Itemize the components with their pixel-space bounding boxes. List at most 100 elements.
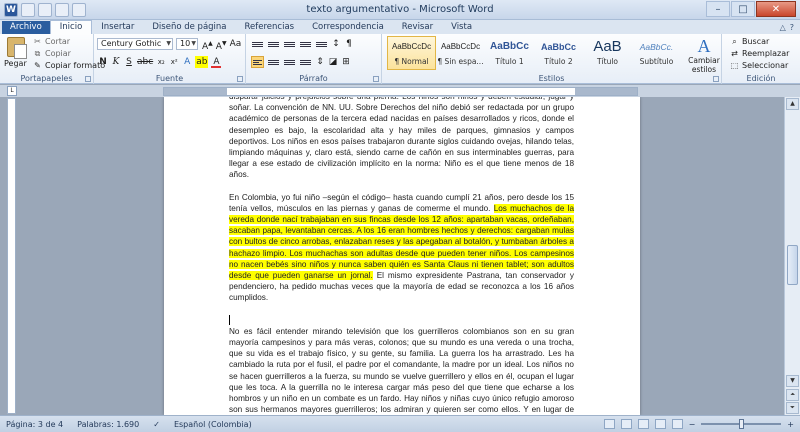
increase-indent-icon[interactable] bbox=[315, 38, 328, 50]
style-titulo-2[interactable]: AaBbCc Título 2 bbox=[534, 36, 583, 70]
minimize-ribbon-icon[interactable]: △ bbox=[780, 23, 786, 32]
clipboard-launcher-icon[interactable] bbox=[85, 76, 91, 82]
tab-diseno-pagina[interactable]: Diseño de página bbox=[143, 21, 235, 34]
font-label: Fuente bbox=[155, 74, 184, 83]
cursor-icon: ⬚ bbox=[730, 60, 739, 70]
window-title: texto argumentativo - Microsoft Word bbox=[306, 4, 494, 15]
bold-button[interactable]: N bbox=[98, 56, 108, 68]
web-layout-view-button[interactable] bbox=[637, 419, 649, 429]
style-titulo[interactable]: AaB Título bbox=[583, 36, 632, 70]
tab-correspondencia[interactable]: Correspondencia bbox=[303, 21, 393, 34]
borders-icon[interactable]: ⊞ bbox=[341, 56, 351, 68]
full-screen-view-button[interactable] bbox=[620, 419, 632, 429]
paragraph-1[interactable]: disparar juicios y prejuicios sobre una … bbox=[229, 97, 574, 181]
style-subtitulo[interactable]: AaBbCc. Subtítulo bbox=[632, 36, 681, 70]
align-center-icon[interactable] bbox=[267, 56, 280, 68]
style-titulo-1[interactable]: AaBbCc Título 1 bbox=[485, 36, 534, 70]
style-normal[interactable]: AaBbCcDc ¶ Normal bbox=[387, 36, 436, 70]
paragraph-2[interactable]: En Colombia, yo fui niño –según el códig… bbox=[229, 192, 574, 304]
multilevel-list-icon[interactable] bbox=[283, 38, 296, 50]
subscript-button[interactable]: x₂ bbox=[156, 56, 166, 68]
paragraph-group: ↕ ¶ ⇕ ◪ ⊞ Párrafo bbox=[246, 34, 382, 84]
vertical-ruler[interactable] bbox=[7, 98, 16, 414]
help-icon[interactable]: ? bbox=[790, 23, 794, 32]
paste-button[interactable]: Pegar bbox=[4, 59, 27, 68]
change-case-icon[interactable]: Aa bbox=[230, 38, 242, 50]
show-marks-icon[interactable]: ¶ bbox=[344, 38, 354, 50]
clipboard-label: Portapapeles bbox=[20, 74, 73, 83]
page-count[interactable]: Página: 3 de 4 bbox=[6, 420, 63, 429]
tab-inicio[interactable]: Inicio bbox=[49, 20, 93, 34]
word-count[interactable]: Palabras: 1.690 bbox=[77, 420, 139, 429]
paragraph-label: Párrafo bbox=[299, 74, 328, 83]
ribbon: Pegar ✂ Cortar ⧉ Copiar ✎ Copiar formato… bbox=[0, 34, 800, 84]
sort-icon[interactable]: ↕ bbox=[331, 38, 341, 50]
bullets-icon[interactable] bbox=[251, 38, 264, 50]
page[interactable]: disparar juicios y prejuicios sobre una … bbox=[164, 97, 640, 415]
editing-label: Edición bbox=[746, 74, 776, 83]
maximize-button[interactable]: □ bbox=[731, 1, 755, 17]
highlight-color-icon[interactable]: ab bbox=[195, 56, 209, 68]
print-layout-view-button[interactable] bbox=[603, 419, 615, 429]
copy-button[interactable]: ⧉ Copiar bbox=[33, 49, 71, 58]
decrease-indent-icon[interactable] bbox=[299, 38, 312, 50]
text-cursor bbox=[229, 315, 230, 326]
tab-archivo[interactable]: Archivo bbox=[2, 21, 50, 34]
grow-font-icon[interactable]: A▲ bbox=[202, 38, 213, 52]
line-spacing-icon[interactable]: ⇕ bbox=[315, 56, 325, 68]
proofing-icon[interactable]: ✓ bbox=[153, 420, 160, 429]
tab-revisar[interactable]: Revisar bbox=[393, 21, 442, 34]
tab-vista[interactable]: Vista bbox=[442, 21, 481, 34]
zoom-out-icon[interactable]: − bbox=[689, 420, 696, 429]
horizontal-ruler[interactable] bbox=[163, 87, 638, 96]
numbering-icon[interactable] bbox=[267, 38, 280, 50]
scroll-up-icon[interactable]: ▲ bbox=[786, 98, 799, 110]
cut-button[interactable]: ✂ Cortar bbox=[33, 37, 70, 46]
paragraph-3[interactable]: No es fácil entender mirando televisión … bbox=[229, 326, 574, 415]
font-size-combo[interactable]: 10 ▼ bbox=[176, 38, 198, 50]
select-button[interactable]: ⬚ Seleccionar bbox=[730, 60, 789, 70]
font-color-icon[interactable]: A bbox=[211, 56, 222, 68]
dropdown-arrow-icon: ▼ bbox=[191, 40, 196, 47]
strikethrough-button[interactable]: abc bbox=[137, 56, 153, 68]
italic-button[interactable]: K bbox=[111, 56, 121, 68]
language-indicator[interactable]: Español (Colombia) bbox=[174, 420, 252, 429]
scroll-down-icon[interactable]: ▼ bbox=[786, 375, 799, 387]
change-styles-button[interactable]: A Cambiar estilos bbox=[688, 36, 720, 74]
underline-button[interactable]: S bbox=[124, 56, 134, 68]
outline-view-button[interactable] bbox=[654, 419, 666, 429]
tab-selector-icon[interactable]: L bbox=[7, 86, 17, 96]
zoom-in-icon[interactable]: + bbox=[787, 420, 794, 429]
font-name-combo[interactable]: Century Gothic ▼ bbox=[97, 38, 173, 50]
tab-referencias[interactable]: Referencias bbox=[236, 21, 304, 34]
minimize-button[interactable]: – bbox=[706, 1, 730, 17]
document-area[interactable]: disparar juicios y prejuicios sobre una … bbox=[18, 97, 784, 415]
paragraph-launcher-icon[interactable] bbox=[373, 76, 379, 82]
zoom-slider-thumb[interactable] bbox=[739, 419, 745, 429]
superscript-button[interactable]: x² bbox=[169, 56, 179, 68]
scroll-thumb[interactable] bbox=[787, 245, 798, 285]
replace-button[interactable]: ⇄ Reemplazar bbox=[730, 49, 789, 58]
close-button[interactable]: ✕ bbox=[756, 1, 796, 17]
draft-view-button[interactable] bbox=[671, 419, 683, 429]
text-effects-icon[interactable]: A bbox=[182, 56, 192, 68]
shading-icon[interactable]: ◪ bbox=[328, 56, 338, 68]
justify-icon[interactable] bbox=[299, 56, 312, 68]
shrink-font-icon[interactable]: A▼ bbox=[216, 38, 227, 52]
style-sin-espaciado[interactable]: AaBbCcDc ¶ Sin espa... bbox=[436, 36, 485, 70]
align-left-icon[interactable] bbox=[251, 56, 264, 68]
next-page-icon[interactable]: ⏷ bbox=[786, 402, 799, 414]
font-launcher-icon[interactable] bbox=[237, 76, 243, 82]
vertical-scrollbar[interactable]: ▲ ▼ ⏶ ⏷ bbox=[784, 97, 800, 415]
paste-icon[interactable] bbox=[7, 37, 27, 59]
copy-icon: ⧉ bbox=[34, 48, 41, 58]
document-body[interactable]: disparar juicios y prejuicios sobre una … bbox=[229, 97, 574, 415]
previous-page-icon[interactable]: ⏶ bbox=[786, 389, 799, 401]
tab-insertar[interactable]: Insertar bbox=[92, 21, 143, 34]
highlighted-text: Los muchachos de la vereda donde nací tr… bbox=[229, 203, 574, 281]
styles-launcher-icon[interactable] bbox=[713, 76, 719, 82]
find-button[interactable]: ⌕ Buscar bbox=[730, 37, 769, 46]
empty-paragraph-with-cursor[interactable] bbox=[229, 315, 574, 326]
zoom-slider[interactable] bbox=[701, 419, 782, 429]
align-right-icon[interactable] bbox=[283, 56, 296, 68]
